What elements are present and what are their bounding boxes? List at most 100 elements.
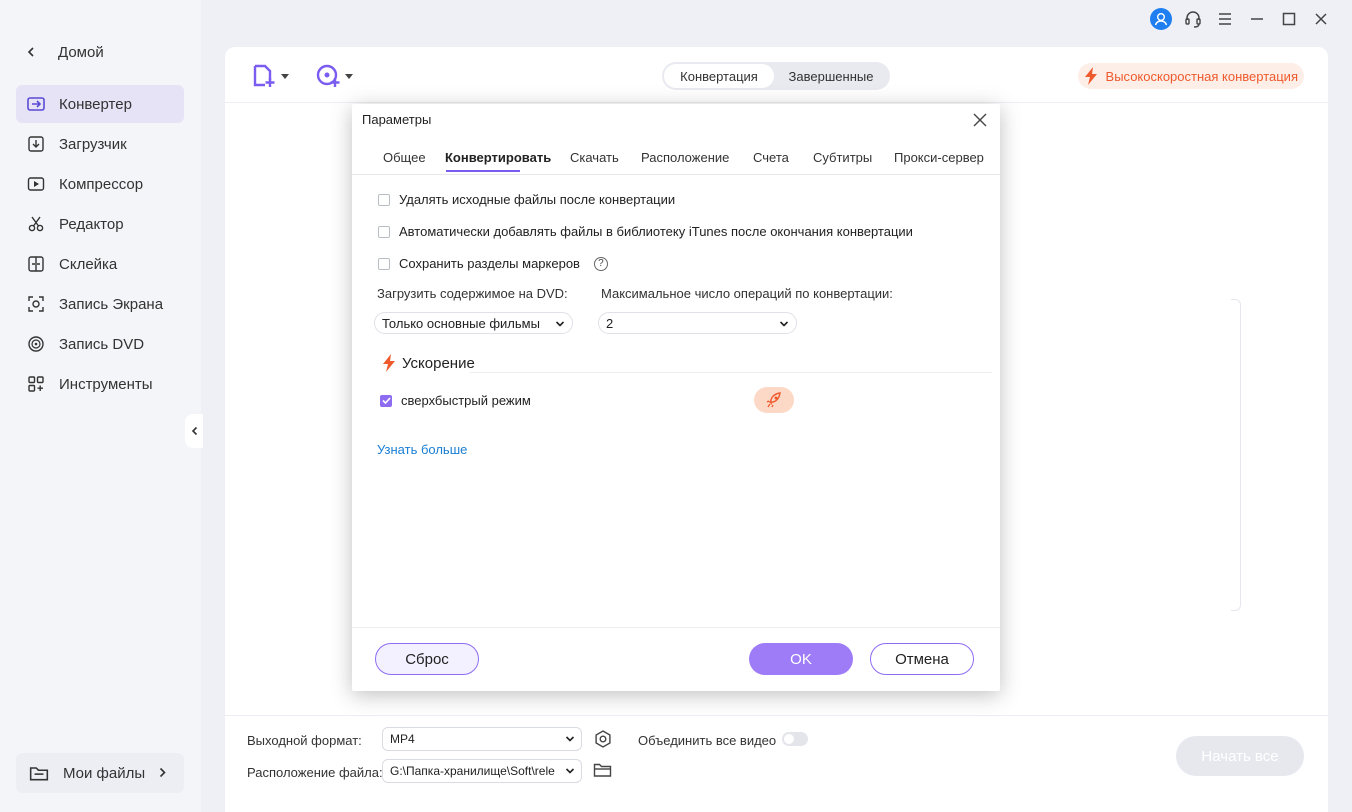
tab-proxy[interactable]: Прокси-сервер: [894, 150, 984, 165]
sidebar-item-label: Конвертер: [59, 95, 132, 113]
minimize-button[interactable]: [1246, 8, 1268, 30]
scissors-icon: [26, 214, 46, 234]
itunes-label: Автоматически добавлять файлы в библиоте…: [399, 224, 913, 239]
chevron-right-icon: [159, 767, 166, 778]
sidebar-item-editor[interactable]: Редактор: [16, 205, 184, 243]
help-icon[interactable]: ?: [593, 256, 608, 271]
add-disc-button[interactable]: [315, 63, 353, 89]
max-operations-select[interactable]: 2: [598, 312, 797, 334]
learn-more-link[interactable]: Узнать больше: [377, 442, 467, 457]
acceleration-section-title: Ускорение: [382, 354, 475, 372]
markers-checkbox[interactable]: [378, 257, 390, 270]
sidebar-item-dvd[interactable]: Запись DVD: [16, 325, 184, 363]
section-divider: [470, 372, 992, 373]
maximize-button[interactable]: [1278, 8, 1300, 30]
compressor-icon: [26, 174, 46, 194]
sidebar: Домой Конвертер Загрузчик Компрессор Ред…: [0, 0, 201, 812]
sidebar-item-label: Запись DVD: [59, 335, 145, 353]
start-all-button[interactable]: Начать все: [1176, 736, 1304, 776]
account-button[interactable]: [1150, 8, 1172, 30]
max-operations-value: 2: [606, 315, 614, 331]
menu-icon: [1219, 13, 1231, 25]
sidebar-item-downloader[interactable]: Загрузчик: [16, 125, 184, 163]
folder-icon: [29, 767, 49, 781]
turbo-mode-label: сверхбыстрый режим: [401, 393, 531, 408]
sidebar-item-label: Склейка: [59, 255, 118, 273]
dvd-content-label: Загрузить содержимое на DVD:: [377, 286, 568, 301]
sidebar-item-screen-record[interactable]: Запись Экрана: [16, 285, 184, 323]
minimize-icon: [1251, 18, 1263, 20]
chevron-down-icon: [565, 736, 575, 742]
menu-button[interactable]: [1214, 8, 1236, 30]
chevron-down-icon: [779, 321, 789, 327]
merge-all-toggle[interactable]: [782, 732, 808, 746]
ok-button[interactable]: OK: [749, 643, 853, 675]
checkmark-icon: [381, 397, 391, 404]
file-location-label: Расположение файла:: [247, 765, 383, 780]
sidebar-item-converter[interactable]: Конвертер: [16, 85, 184, 123]
file-location-value: G:\Папка-хранилище\Soft\rele: [390, 764, 555, 778]
lightning-icon: [383, 354, 395, 372]
chevron-down-icon: [281, 73, 289, 79]
tab-finished[interactable]: Завершенные: [774, 64, 888, 88]
markers-label: Сохранить разделы маркеров: [399, 256, 580, 271]
markers-option[interactable]: Сохранить разделы маркеров ?: [378, 256, 608, 271]
dialog-title: Параметры: [362, 112, 432, 127]
settings-gear-icon[interactable]: [593, 729, 613, 749]
dvd-content-select[interactable]: Только основные фильмы: [374, 312, 573, 334]
output-format-label: Выходной формат:: [247, 733, 362, 748]
close-icon[interactable]: [972, 112, 988, 128]
toolbar-divider: [225, 102, 1328, 103]
lightning-icon: [1084, 67, 1097, 85]
delete-source-label: Удалять исходные файлы после конвертации: [399, 192, 676, 207]
max-operations-label: Максимальное число операций по конвертац…: [601, 286, 893, 301]
close-icon: [1315, 13, 1327, 25]
headset-icon: [1185, 11, 1201, 28]
itunes-option[interactable]: Автоматически добавлять файлы в библиоте…: [378, 224, 913, 239]
rocket-icon: [766, 392, 781, 408]
delete-source-option[interactable]: Удалять исходные файлы после конвертации: [378, 192, 675, 207]
tab-download[interactable]: Скачать: [570, 150, 619, 165]
my-files-label: Мои файлы: [63, 764, 146, 782]
sidebar-item-tools[interactable]: Инструменты: [16, 365, 184, 403]
tab-convert[interactable]: Конвертировать: [445, 150, 551, 165]
chevron-down-icon: [565, 768, 575, 774]
chevron-left-icon: [27, 47, 34, 57]
tab-general[interactable]: Общее: [383, 150, 426, 165]
delete-source-checkbox[interactable]: [378, 193, 390, 206]
sidebar-item-merge[interactable]: Склейка: [16, 245, 184, 283]
tools-grid-icon: [26, 374, 46, 394]
add-file-button[interactable]: [251, 63, 289, 89]
open-folder-icon[interactable]: [593, 762, 612, 778]
turbo-mode-checkbox[interactable]: [380, 394, 392, 407]
itunes-checkbox[interactable]: [378, 225, 390, 238]
converter-icon: [26, 94, 46, 114]
tab-converting[interactable]: Конвертация: [664, 64, 774, 88]
high-speed-conversion-badge[interactable]: Высокоскоростная конвертация: [1077, 63, 1304, 89]
active-tab-underline: [446, 170, 520, 172]
file-location-select[interactable]: G:\Папка-хранилище\Soft\rele: [382, 759, 582, 783]
avatar-icon: [1150, 8, 1172, 30]
tab-subtitles[interactable]: Субтитры: [813, 150, 872, 165]
acceleration-title: Ускорение: [402, 354, 475, 372]
turbo-rocket-badge: [754, 387, 794, 413]
turbo-mode-option[interactable]: сверхбыстрый режим: [380, 393, 531, 408]
reset-button[interactable]: Сброс: [375, 643, 479, 675]
sidebar-item-compressor[interactable]: Компрессор: [16, 165, 184, 203]
support-button[interactable]: [1182, 8, 1204, 30]
tab-accounts[interactable]: Счета: [753, 150, 789, 165]
chevron-down-icon: [555, 321, 565, 327]
collapse-sidebar-button[interactable]: [185, 414, 203, 448]
settings-tabs: Общее Конвертировать Скачать Расположени…: [352, 148, 1000, 175]
add-dvd-icon: [316, 64, 340, 87]
home-link[interactable]: Домой: [26, 42, 104, 62]
chevron-down-icon: [345, 73, 353, 79]
dvd-content-value: Только основные фильмы: [382, 315, 540, 331]
my-files-button[interactable]: Мои файлы: [16, 753, 184, 793]
cancel-button[interactable]: Отмена: [870, 643, 974, 675]
output-format-value: MP4: [390, 732, 415, 746]
window-controls: [1150, 8, 1332, 30]
tab-location[interactable]: Расположение: [641, 150, 729, 165]
close-window-button[interactable]: [1310, 8, 1332, 30]
output-format-select[interactable]: MP4: [382, 727, 582, 751]
